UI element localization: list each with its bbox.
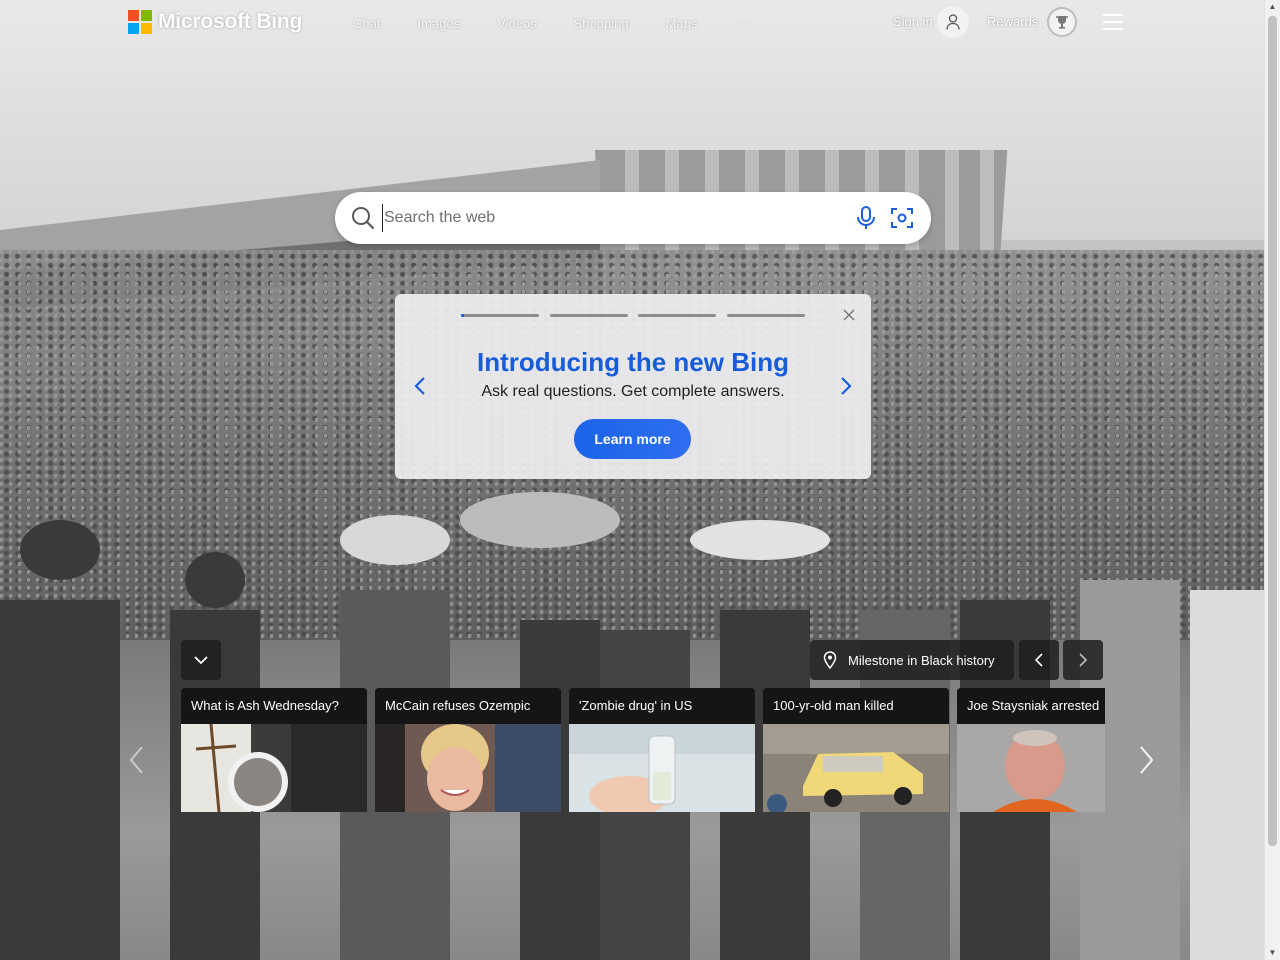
menu-hamburger-icon[interactable] [1103,14,1123,30]
microphone-icon[interactable] [856,206,876,230]
promo-progress-fill [461,314,465,317]
promo-progress-segment[interactable] [726,314,805,317]
previous-image-button[interactable] [1019,640,1059,680]
hamburger-line [1103,28,1123,30]
image-location-label: Milestone in Black history [848,652,995,668]
hamburger-line [1103,21,1123,23]
chevron-down-icon [194,656,208,665]
logo-square-yellow [141,23,152,34]
search-box [335,192,931,244]
rewards-button[interactable] [1047,7,1077,37]
carousel-next-icon[interactable] [1139,745,1155,775]
search-icon[interactable] [351,206,375,230]
hamburger-line [1103,14,1123,16]
user-icon [946,14,960,30]
news-card[interactable]: 'Zombie drug' in US [569,688,755,812]
nav-more[interactable]: ··· [734,16,753,31]
chevron-right-icon[interactable] [839,376,853,396]
scroll-down-icon[interactable]: ▼ [1265,946,1280,960]
promo-progress-segment[interactable] [549,314,628,317]
collapse-button[interactable] [181,640,221,680]
background-image [0,0,1265,960]
portrait-image [375,724,561,812]
vial-image [569,724,755,812]
trophy-icon [1056,16,1068,29]
location-pin-icon [823,651,837,669]
news-card-title: 100-yr-old man killed [763,688,949,724]
news-card-title: 'Zombie drug' in US [569,688,755,724]
news-card-title: McCain refuses Ozempic [375,688,561,724]
image-info-button[interactable]: Milestone in Black history [810,640,1014,680]
scroll-up-icon[interactable]: ▲ [1265,0,1280,14]
promo-title: Introducing the new Bing [477,347,789,377]
car-image [763,724,949,812]
news-card[interactable]: Joe Staysniak arrested [957,688,1105,812]
bing-logo[interactable]: Microsoft Bing [128,10,302,34]
sign-in-link[interactable]: Sign in [893,14,933,29]
ash-wednesday-image [181,724,367,812]
nav-videos[interactable]: Videos [497,16,537,31]
nav-maps[interactable]: Maps [666,16,698,31]
learn-more-button[interactable]: Learn more [574,419,691,459]
news-card-title: Joe Staysniak arrested [957,688,1105,724]
logo-square-red [128,10,139,21]
new-bing-promo: Introducing the new Bing Ask real questi… [395,294,871,479]
brand-name: Microsoft Bing [158,10,303,33]
search-input[interactable] [382,204,826,232]
news-carousel: What is Ash Wednesday? McCain refuses Oz… [181,688,1105,812]
scrollbar-thumb[interactable] [1268,16,1277,846]
promo-progress-segment[interactable] [461,314,539,317]
visual-search-icon[interactable] [890,206,914,230]
chevron-left-icon [1034,653,1043,667]
close-icon[interactable] [842,308,856,322]
nav-images[interactable]: Images [417,16,460,31]
rewards-link[interactable]: Rewards [987,14,1038,29]
header: Microsoft Bing Chat Images Videos Shoppi… [0,0,1265,46]
promo-progress-segment[interactable] [638,314,716,317]
next-image-button[interactable] [1063,640,1103,680]
user-avatar-button[interactable] [937,6,969,38]
news-card-title: What is Ash Wednesday? [181,688,367,724]
carousel-prev-icon[interactable] [128,745,144,775]
promo-progress [461,314,815,317]
news-card[interactable]: 100-yr-old man killed [763,688,949,812]
news-card[interactable]: What is Ash Wednesday? [181,688,367,812]
mugshot-image [957,724,1105,812]
promo-subtitle: Ask real questions. Get complete answers… [481,383,785,400]
chevron-right-icon [1079,653,1088,667]
top-nav: Chat Images Videos Shopping Maps ··· [353,16,753,31]
page-scrollbar[interactable]: ▲ ▼ [1264,0,1280,960]
news-card[interactable]: McCain refuses Ozempic [375,688,561,812]
logo-square-blue [128,23,139,34]
nav-shopping[interactable]: Shopping [574,16,629,31]
logo-square-green [141,10,152,21]
nav-chat[interactable]: Chat [353,16,380,31]
microsoft-logo-icon [128,10,152,34]
